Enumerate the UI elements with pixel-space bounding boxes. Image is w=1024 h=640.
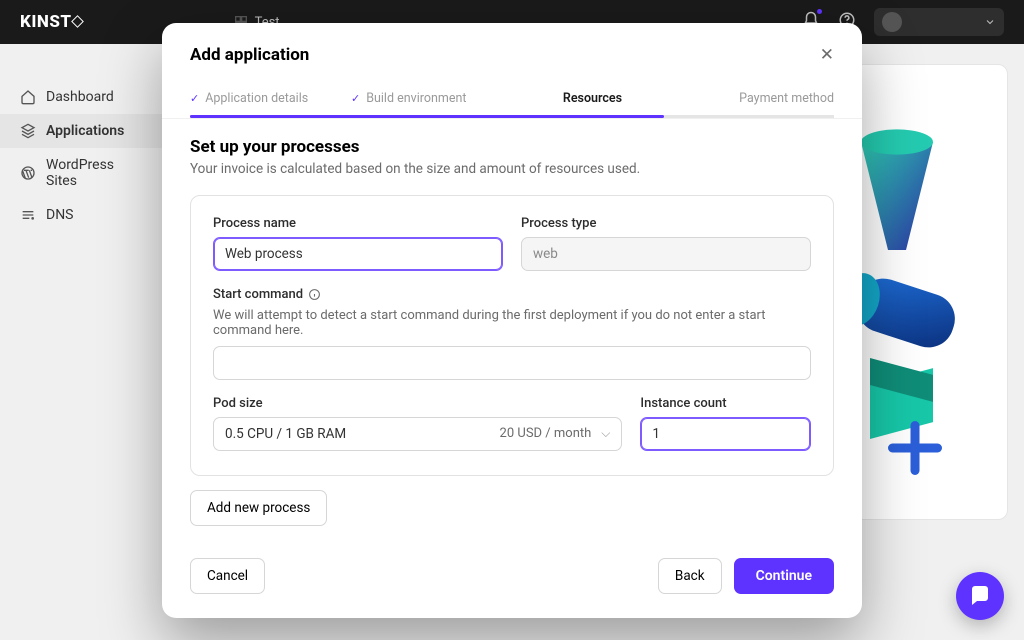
start-command-input[interactable] [213, 346, 811, 380]
sidebar: Dashboard Applications WordPress Sites D… [0, 44, 165, 640]
home-icon [20, 89, 36, 105]
close-icon[interactable]: ✕ [820, 45, 834, 65]
instance-count-label: Instance count [640, 396, 811, 411]
step-application-details[interactable]: Application details [190, 79, 351, 118]
step-payment-method[interactable]: Payment method [673, 79, 834, 118]
user-menu[interactable] [874, 8, 1004, 36]
step-tabs: Application details Build environment Re… [162, 79, 862, 119]
info-icon[interactable] [308, 288, 321, 301]
sidebar-item-applications[interactable]: Applications [0, 114, 165, 148]
sidebar-item-label: DNS [46, 207, 74, 223]
start-command-hint: We will attempt to detect a start comman… [213, 308, 811, 338]
back-button[interactable]: Back [658, 558, 722, 594]
brand-logo[interactable]: KINST [20, 12, 83, 32]
sidebar-item-label: Applications [46, 123, 124, 139]
section-subtext: Your invoice is calculated based on the … [190, 161, 834, 177]
avatar [882, 12, 902, 32]
chevron-down-icon [984, 16, 996, 28]
step-build-environment[interactable]: Build environment [351, 79, 512, 118]
process-name-label: Process name [213, 216, 503, 231]
wordpress-icon [20, 165, 36, 181]
add-application-modal: Add application ✕ Application details Bu… [162, 23, 862, 618]
dns-icon [20, 207, 36, 223]
pod-size-value: 0.5 CPU / 1 GB RAM [225, 426, 346, 442]
sidebar-item-dns[interactable]: DNS [0, 198, 165, 232]
pod-size-select[interactable]: 0.5 CPU / 1 GB RAM 20 USD / month ⌵ [213, 417, 622, 451]
pod-size-label: Pod size [213, 396, 622, 411]
process-type-input [521, 237, 811, 271]
process-name-input[interactable] [213, 237, 503, 271]
chevron-down-icon: ⌵ [601, 426, 610, 441]
continue-button[interactable]: Continue [734, 558, 834, 594]
layers-icon [20, 123, 36, 139]
modal-title: Add application [190, 45, 309, 65]
intercom-launcher[interactable] [956, 572, 1004, 620]
pod-size-price: 20 USD / month [500, 426, 592, 441]
sidebar-item-wordpress[interactable]: WordPress Sites [0, 148, 165, 198]
start-command-label: Start command [213, 287, 811, 302]
sidebar-item-label: Dashboard [46, 89, 114, 105]
sidebar-item-dashboard[interactable]: Dashboard [0, 80, 165, 114]
chat-icon [968, 584, 992, 608]
process-card: Process name Process type Start command … [190, 195, 834, 476]
add-process-button[interactable]: Add new process [190, 490, 327, 526]
process-type-label: Process type [521, 216, 811, 231]
cancel-button[interactable]: Cancel [190, 558, 265, 594]
sidebar-item-label: WordPress Sites [46, 157, 145, 189]
instance-count-input[interactable] [640, 417, 811, 451]
section-heading: Set up your processes [190, 137, 834, 157]
step-resources[interactable]: Resources [512, 79, 673, 118]
